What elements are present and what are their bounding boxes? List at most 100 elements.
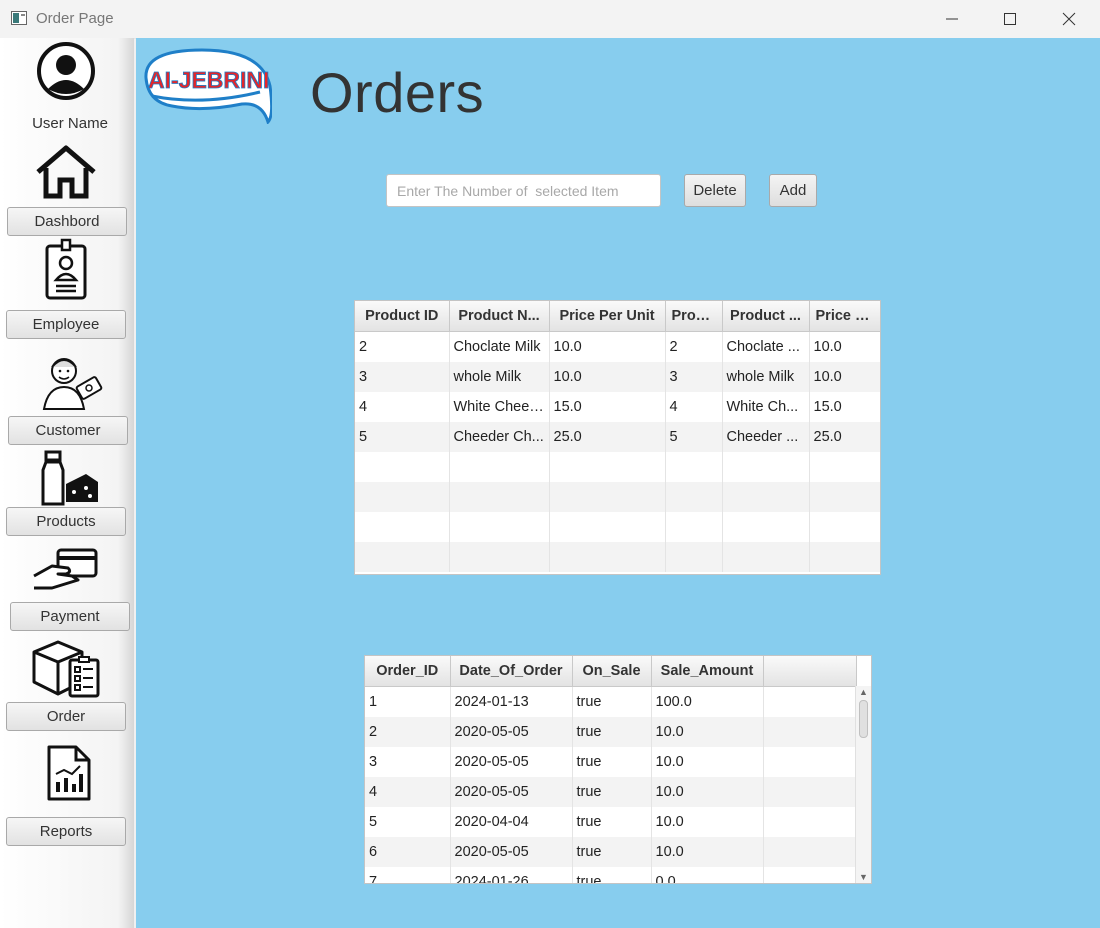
table-cell: 10.0	[651, 837, 764, 867]
user-avatar-icon	[37, 42, 95, 100]
table-cell: 1	[365, 686, 451, 717]
table-cell: 2020-05-05	[450, 837, 573, 867]
sidebar-item-order[interactable]: Order	[6, 702, 126, 731]
window-title: Order Page	[36, 10, 114, 27]
table-cell: true	[572, 747, 652, 777]
column-header-product-id[interactable]: Product ID	[355, 301, 450, 332]
table-cell: 0.0	[651, 867, 764, 883]
column-header-filler	[763, 656, 857, 687]
table-row[interactable]: 1 2024-01-13 true 100.0	[365, 686, 857, 717]
table-cell: 2020-05-05	[450, 747, 573, 777]
table-row[interactable]: 4 White Cheese 15.0 4 White Ch... 15.0	[355, 392, 880, 422]
table-cell: true	[572, 717, 652, 747]
table-cell: 10.0	[651, 807, 764, 837]
add-button[interactable]: Add	[769, 174, 817, 207]
column-header-price-p[interactable]: Price P...	[809, 301, 880, 332]
table-cell: 25.0	[549, 422, 666, 452]
table-cell: 10.0	[651, 777, 764, 807]
table-row[interactable]: 5 Cheeder Ch... 25.0 5 Cheeder ... 25.0	[355, 422, 880, 452]
empty-table-row	[355, 512, 880, 542]
home-icon	[36, 145, 96, 199]
close-button[interactable]	[1040, 0, 1098, 38]
table-cell: White Cheese	[449, 392, 550, 422]
table-cell: 2020-04-04	[450, 807, 573, 837]
sidebar: User Name Dashbord Employee Customer Pro…	[0, 38, 134, 928]
report-chart-icon	[47, 745, 91, 801]
table-cell: 2024-01-26	[450, 867, 573, 883]
table-cell: 5	[665, 422, 723, 452]
table-row[interactable]: 3 2020-05-05 true 10.0	[365, 747, 857, 777]
table-row[interactable]: 2 2020-05-05 true 10.0	[365, 717, 857, 747]
table-row[interactable]: 7 2024-01-26 true 0.0	[365, 867, 857, 883]
column-header-prod[interactable]: Prod...	[665, 301, 723, 332]
maximize-icon	[1004, 13, 1016, 25]
minimize-icon	[946, 18, 958, 20]
column-header-order-id[interactable]: Order_ID	[365, 656, 451, 687]
app-window-icon	[11, 11, 27, 25]
table-cell: true	[572, 807, 652, 837]
table-cell: 10.0	[651, 717, 764, 747]
table-cell: 10.0	[651, 747, 764, 777]
table-header-row: Product ID Product N... Price Per Unit P…	[355, 301, 880, 332]
table-cell: whole Milk	[722, 362, 810, 392]
table-cell: true	[572, 777, 652, 807]
scroll-down-icon[interactable]: ▼	[856, 871, 871, 883]
sidebar-item-employee[interactable]: Employee	[6, 310, 126, 339]
table-row[interactable]: 4 2020-05-05 true 10.0	[365, 777, 857, 807]
table-cell: 15.0	[809, 392, 880, 422]
orders-grid: Order_ID Date_Of_Order On_Sale Sale_Amou…	[365, 656, 857, 883]
column-header-product-name[interactable]: Product N...	[449, 301, 550, 332]
table-row[interactable]: 2 Choclate Milk 10.0 2 Choclate ... 10.0	[355, 331, 880, 362]
table-cell: 6	[365, 837, 451, 867]
table-cell: true	[572, 837, 652, 867]
column-header-on-sale[interactable]: On_Sale	[572, 656, 652, 687]
user-name-label: User Name	[32, 115, 108, 132]
customer-icon	[42, 358, 103, 410]
table-cell: 3	[365, 747, 451, 777]
column-header-product[interactable]: Product ...	[722, 301, 810, 332]
table-cell: 2	[665, 331, 723, 362]
table-cell: Choclate Milk	[449, 331, 550, 362]
company-logo: AI-JEBRINI	[144, 48, 272, 124]
table-cell: 3	[665, 362, 723, 392]
table-cell: 2020-05-05	[450, 777, 573, 807]
sidebar-item-payment[interactable]: Payment	[10, 602, 130, 631]
selected-item-input[interactable]	[386, 174, 661, 207]
table-cell: 2	[355, 331, 450, 362]
table-row[interactable]: 3 whole Milk 10.0 3 whole Milk 10.0	[355, 362, 880, 392]
column-header-date-of-order[interactable]: Date_Of_Order	[450, 656, 573, 687]
empty-table-row	[355, 542, 880, 572]
close-icon	[1062, 12, 1076, 26]
table-cell: Cheeder Ch...	[449, 422, 550, 452]
orders-table: Order_ID Date_Of_Order On_Sale Sale_Amou…	[364, 655, 872, 884]
delete-button[interactable]: Delete	[684, 174, 746, 207]
table-row[interactable]: 6 2020-05-05 true 10.0	[365, 837, 857, 867]
column-header-sale-amount[interactable]: Sale_Amount	[651, 656, 764, 687]
table-cell: 25.0	[809, 422, 880, 452]
table-cell: 5	[365, 807, 451, 837]
sidebar-item-dashbord[interactable]: Dashbord	[7, 207, 127, 236]
sidebar-item-products[interactable]: Products	[6, 507, 126, 536]
table-cell: true	[572, 686, 652, 717]
empty-table-row	[355, 452, 880, 482]
table-cell: 7	[365, 867, 451, 883]
table-cell: 2024-01-13	[450, 686, 573, 717]
orders-vertical-scrollbar[interactable]: ▲ ▼	[855, 686, 871, 883]
empty-table-row	[355, 482, 880, 512]
table-cell: Choclate ...	[722, 331, 810, 362]
maximize-button[interactable]	[981, 0, 1039, 38]
scroll-up-icon[interactable]: ▲	[856, 686, 871, 698]
scrollbar-thumb[interactable]	[859, 700, 868, 738]
minimize-button[interactable]	[923, 0, 981, 38]
employee-badge-icon	[45, 238, 87, 300]
table-cell: 2020-05-05	[450, 717, 573, 747]
logo-text: AI-JEBRINI	[148, 67, 269, 93]
table-cell: 4	[365, 777, 451, 807]
sidebar-item-customer[interactable]: Customer	[8, 416, 128, 445]
sidebar-item-reports[interactable]: Reports	[6, 817, 126, 846]
page-title: Orders	[310, 61, 485, 124]
table-cell: 10.0	[809, 331, 880, 362]
column-header-price-per-unit[interactable]: Price Per Unit	[549, 301, 666, 332]
table-cell: 10.0	[549, 331, 666, 362]
table-row[interactable]: 5 2020-04-04 true 10.0	[365, 807, 857, 837]
